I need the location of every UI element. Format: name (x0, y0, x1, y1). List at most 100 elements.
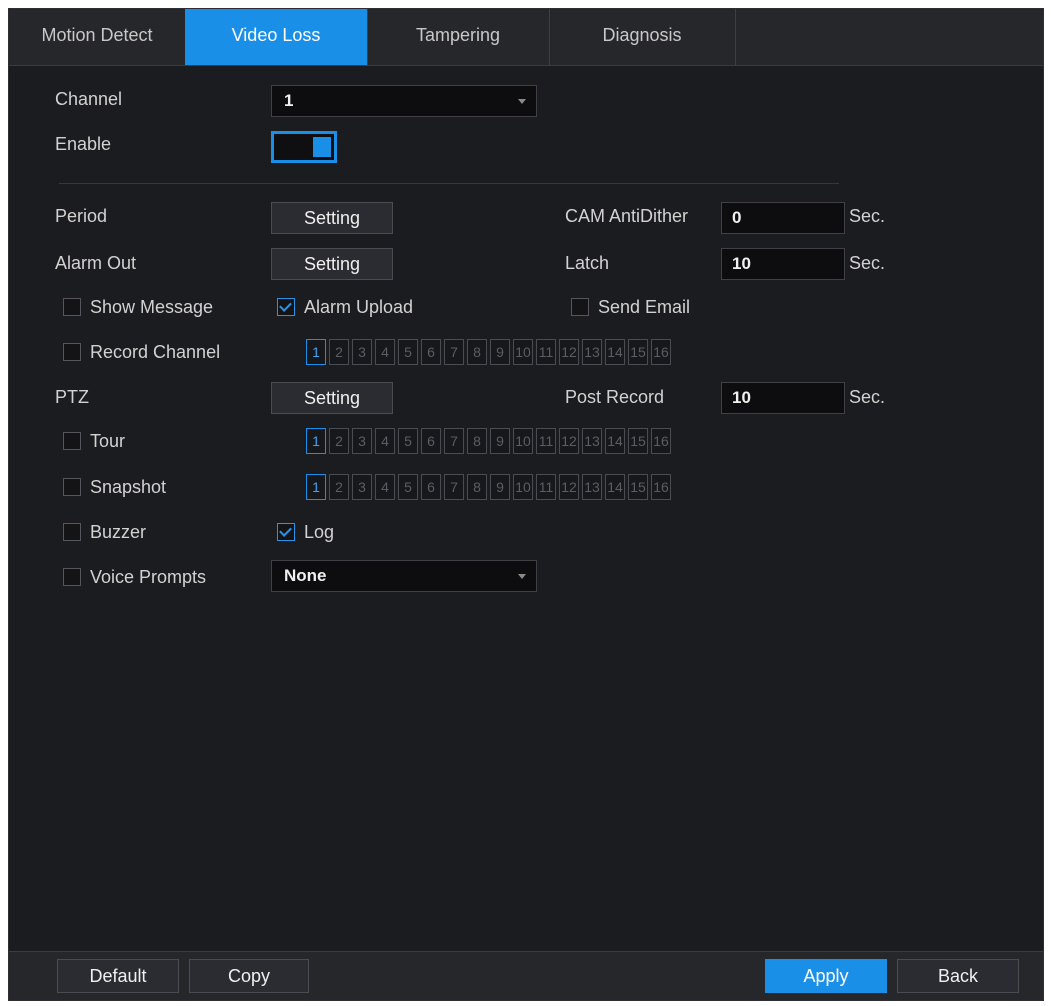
channel-cell[interactable]: 11 (536, 474, 556, 500)
send-email-checkbox[interactable] (571, 298, 589, 316)
tab-motion-detect[interactable]: Motion Detect (9, 9, 186, 65)
voice-prompts-option[interactable]: Voice Prompts (63, 565, 206, 589)
channel-cell[interactable]: 16 (651, 474, 671, 500)
snapshot-label: Snapshot (90, 476, 167, 497)
channel-cell[interactable]: 8 (467, 474, 487, 500)
voice-prompts-select[interactable]: None (271, 560, 537, 592)
snapshot-checkbox[interactable] (63, 478, 81, 496)
latch-unit: Sec. (849, 253, 886, 273)
channel-label: Channel (55, 89, 123, 109)
channel-cell[interactable]: 16 (651, 339, 671, 365)
channel-cell[interactable]: 11 (536, 428, 556, 454)
channel-cell[interactable]: 7 (444, 474, 464, 500)
tab-tampering[interactable]: Tampering (367, 9, 550, 65)
record-channel-checkbox[interactable] (63, 343, 81, 361)
channel-cell[interactable]: 5 (398, 474, 418, 500)
chevron-down-icon (518, 99, 526, 104)
channel-cell[interactable]: 8 (467, 339, 487, 365)
latch-input[interactable]: 10 (721, 248, 845, 280)
channel-cell[interactable]: 9 (490, 339, 510, 365)
show-message-label: Show Message (90, 296, 214, 317)
channel-cell[interactable]: 10 (513, 428, 533, 454)
log-label: Log (304, 521, 335, 542)
channel-cell[interactable]: 7 (444, 339, 464, 365)
channel-cell[interactable]: 12 (559, 339, 579, 365)
channel-cell[interactable]: 5 (398, 339, 418, 365)
record-channel-option[interactable]: Record Channel (63, 340, 220, 364)
enable-toggle[interactable] (271, 131, 337, 163)
channel-cell[interactable]: 4 (375, 339, 395, 365)
send-email-label: Send Email (598, 296, 691, 317)
channel-cell[interactable]: 15 (628, 339, 648, 365)
channel-select[interactable]: 1 (271, 85, 537, 117)
channel-cell[interactable]: 14 (605, 428, 625, 454)
channel-cell[interactable]: 1 (306, 339, 326, 365)
buzzer-label: Buzzer (90, 521, 147, 542)
channel-cell[interactable]: 8 (467, 428, 487, 454)
channel-cell[interactable]: 14 (605, 339, 625, 365)
channel-cell[interactable]: 16 (651, 428, 671, 454)
tour-channel-grid: 1 2 3 4 5 6 7 8 9 10 11 12 13 14 15 16 (306, 428, 674, 454)
channel-cell[interactable]: 5 (398, 428, 418, 454)
channel-cell[interactable]: 13 (582, 474, 602, 500)
channel-cell[interactable]: 12 (559, 474, 579, 500)
divider (59, 183, 839, 184)
tab-diagnosis[interactable]: Diagnosis (549, 9, 736, 65)
tab-video-loss[interactable]: Video Loss (185, 9, 368, 65)
cam-antidither-label: CAM AntiDither (565, 206, 689, 226)
channel-cell[interactable]: 10 (513, 339, 533, 365)
show-message-option[interactable]: Show Message (63, 295, 213, 319)
channel-cell[interactable]: 11 (536, 339, 556, 365)
channel-cell[interactable]: 13 (582, 428, 602, 454)
copy-button[interactable]: Copy (189, 959, 309, 993)
default-button[interactable]: Default (57, 959, 179, 993)
latch-label: Latch (565, 253, 610, 273)
voice-prompts-checkbox[interactable] (63, 568, 81, 586)
channel-cell[interactable]: 3 (352, 428, 372, 454)
buzzer-option[interactable]: Buzzer (63, 520, 146, 544)
channel-cell[interactable]: 3 (352, 339, 372, 365)
post-record-input[interactable]: 10 (721, 382, 845, 414)
channel-cell[interactable]: 6 (421, 428, 441, 454)
send-email-option[interactable]: Send Email (571, 295, 690, 319)
log-option[interactable]: Log (277, 520, 334, 544)
channel-cell[interactable]: 1 (306, 474, 326, 500)
back-button[interactable]: Back (897, 959, 1019, 993)
channel-cell[interactable]: 12 (559, 428, 579, 454)
period-setting-button[interactable]: Setting (271, 202, 393, 234)
channel-cell[interactable]: 13 (582, 339, 602, 365)
channel-cell[interactable]: 6 (421, 339, 441, 365)
log-checkbox[interactable] (277, 523, 295, 541)
toggle-knob (313, 137, 331, 157)
channel-cell[interactable]: 3 (352, 474, 372, 500)
cam-antidither-input[interactable]: 0 (721, 202, 845, 234)
channel-cell[interactable]: 2 (329, 428, 349, 454)
alarm-upload-checkbox[interactable] (277, 298, 295, 316)
channel-cell[interactable]: 7 (444, 428, 464, 454)
show-message-checkbox[interactable] (63, 298, 81, 316)
channel-cell[interactable]: 15 (628, 474, 648, 500)
channel-cell[interactable]: 1 (306, 428, 326, 454)
alarm-upload-option[interactable]: Alarm Upload (277, 295, 413, 319)
channel-cell[interactable]: 2 (329, 474, 349, 500)
tour-checkbox[interactable] (63, 432, 81, 450)
channel-cell[interactable]: 10 (513, 474, 533, 500)
channel-cell[interactable]: 4 (375, 474, 395, 500)
ptz-setting-button[interactable]: Setting (271, 382, 393, 414)
channel-cell[interactable]: 2 (329, 339, 349, 365)
snapshot-option[interactable]: Snapshot (63, 475, 166, 499)
channel-cell[interactable]: 6 (421, 474, 441, 500)
tour-option[interactable]: Tour (63, 429, 125, 453)
cam-antidither-unit: Sec. (849, 206, 886, 226)
footer-bar: Default Copy Apply Back (9, 951, 1043, 1000)
channel-cell[interactable]: 15 (628, 428, 648, 454)
channel-cell[interactable]: 4 (375, 428, 395, 454)
channel-cell[interactable]: 9 (490, 428, 510, 454)
alarm-out-setting-button[interactable]: Setting (271, 248, 393, 280)
channel-cell[interactable]: 9 (490, 474, 510, 500)
post-record-label: Post Record (565, 387, 665, 407)
buzzer-checkbox[interactable] (63, 523, 81, 541)
alarm-out-label: Alarm Out (55, 253, 137, 273)
apply-button[interactable]: Apply (765, 959, 887, 993)
channel-cell[interactable]: 14 (605, 474, 625, 500)
